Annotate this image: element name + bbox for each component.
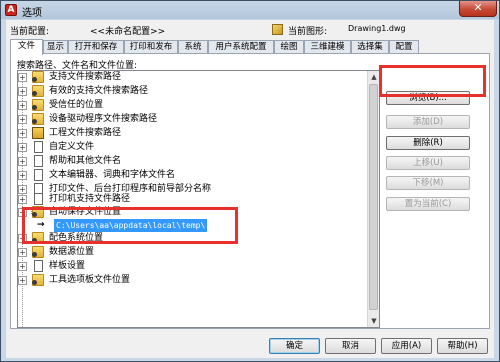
move-up-button[interactable]: 上移(U) bbox=[386, 156, 470, 170]
tree-item-label: 文本编辑器、词典和字体文件名 bbox=[49, 170, 176, 180]
help-button[interactable]: 帮助(H) bbox=[437, 338, 488, 354]
tree-item-template-settings[interactable]: + 样板设置 bbox=[18, 260, 358, 273]
expand-icon[interactable]: + bbox=[18, 195, 27, 204]
tree-item-trusted-locations[interactable]: + 受信任的位置 bbox=[18, 99, 358, 112]
folder-icon bbox=[32, 85, 44, 97]
tree-item-working-support-path[interactable]: + 有效的支持文件搜索路径 bbox=[18, 85, 358, 98]
tree-scrollbar[interactable]: ▲ ▼ bbox=[367, 71, 379, 327]
tab-strip: 文件 显示 打开和保存 打印和发布 系统 用户系统配置 绘图 三维建模 选择集 … bbox=[10, 39, 490, 55]
tree-item-label: 工程文件搜索路径 bbox=[49, 128, 122, 138]
expand-icon[interactable]: + bbox=[18, 171, 27, 180]
tree-item-support-file-search-path[interactable]: + 支持文件搜索路径 bbox=[18, 71, 358, 84]
tree-item-label: 设备驱动程序文件搜索路径 bbox=[49, 114, 158, 124]
tree-item-tool-palettes-location[interactable]: + 工具选项板文件位置 bbox=[18, 274, 358, 287]
current-profile-value: <<未命名配置>> bbox=[90, 27, 166, 37]
tree-item-label: 样板设置 bbox=[49, 261, 86, 271]
title-bar[interactable]: A 选项 ✕ bbox=[1, 1, 499, 19]
page-icon bbox=[34, 155, 43, 167]
page-icon bbox=[34, 260, 43, 272]
expand-icon[interactable]: + bbox=[18, 157, 27, 166]
folder-icon bbox=[32, 71, 44, 83]
tree-item-label: 受信任的位置 bbox=[49, 100, 104, 110]
expand-icon[interactable]: + bbox=[18, 73, 27, 82]
autosave-highlight-box bbox=[22, 207, 238, 244]
tab-3d-modeling[interactable]: 三维建模 bbox=[304, 40, 351, 54]
set-current-button[interactable]: 置为当前(C) bbox=[386, 197, 470, 211]
tab-display[interactable]: 显示 bbox=[43, 40, 68, 54]
folder-icon bbox=[32, 99, 44, 111]
scroll-thumb[interactable] bbox=[369, 84, 378, 310]
expand-icon[interactable]: + bbox=[18, 129, 27, 138]
tree-item-device-driver-path[interactable]: + 设备驱动程序文件搜索路径 bbox=[18, 113, 358, 126]
tree-item-printer-support-path[interactable]: + 打印机支持文件路径 bbox=[18, 193, 358, 206]
tree-item-label: 数据源位置 bbox=[49, 247, 95, 257]
tree-item-label: 自定义文件 bbox=[49, 142, 95, 152]
current-profile-label: 当前配置: bbox=[10, 27, 50, 37]
expand-icon[interactable]: + bbox=[18, 115, 27, 124]
add-button[interactable]: 添加(D) bbox=[386, 115, 470, 129]
tree-item-customization-files[interactable]: + 自定义文件 bbox=[18, 141, 358, 154]
expand-icon[interactable]: + bbox=[18, 87, 27, 96]
tree-item-label: 支持文件搜索路径 bbox=[49, 72, 122, 82]
tree-item-label: 工具选项板文件位置 bbox=[49, 275, 131, 285]
expand-icon[interactable]: + bbox=[18, 248, 27, 257]
tree-item-data-sources-location[interactable]: + 数据源位置 bbox=[18, 246, 358, 259]
tree-item-label: 打印机支持文件路径 bbox=[49, 194, 131, 204]
expand-icon[interactable]: + bbox=[18, 101, 27, 110]
tree-item-text-editor-files[interactable]: + 文本编辑器、词典和字体文件名 bbox=[18, 169, 358, 182]
browse-highlight-box bbox=[379, 65, 486, 97]
tree-item-label: 帮助和其他文件名 bbox=[49, 156, 122, 166]
current-drawing-value: Drawing1.dwg bbox=[348, 24, 406, 33]
current-drawing-label: 当前图形: bbox=[288, 27, 328, 37]
tree-item-project-files-path[interactable]: + 工程文件搜索路径 bbox=[18, 127, 358, 140]
folder-icon bbox=[32, 274, 44, 286]
tab-open-save[interactable]: 打开和保存 bbox=[68, 40, 124, 54]
folder-icon bbox=[32, 113, 44, 125]
tab-user-preferences[interactable]: 用户系统配置 bbox=[208, 40, 274, 54]
profile-row: 当前配置: <<未命名配置>> 当前图形: Drawing1.dwg bbox=[10, 24, 490, 38]
expand-icon[interactable]: + bbox=[18, 276, 27, 285]
cancel-button[interactable]: 取消 bbox=[325, 338, 376, 354]
autocad-app-icon: A bbox=[5, 4, 17, 16]
expand-icon[interactable]: + bbox=[18, 262, 27, 271]
move-down-button[interactable]: 下移(M) bbox=[386, 176, 470, 190]
tab-profiles[interactable]: 配置 bbox=[389, 40, 419, 54]
tab-files[interactable]: 文件 bbox=[10, 39, 43, 55]
page-icon bbox=[34, 193, 43, 205]
remove-button[interactable]: 删除(R) bbox=[386, 136, 470, 150]
close-button[interactable]: ✕ bbox=[459, 1, 497, 17]
window-title: 选项 bbox=[22, 8, 42, 19]
page-icon bbox=[34, 141, 43, 153]
drawing-file-icon bbox=[272, 24, 283, 35]
tab-drafting[interactable]: 绘图 bbox=[274, 40, 304, 54]
book-icon bbox=[32, 127, 44, 139]
options-dialog: A 选项 ✕ 当前配置: <<未命名配置>> 当前图形: Drawing1.dw… bbox=[0, 0, 500, 362]
tab-plot-publish[interactable]: 打印和发布 bbox=[124, 40, 178, 54]
folder-icon bbox=[32, 246, 44, 258]
apply-button[interactable]: 应用(A) bbox=[381, 338, 432, 354]
tab-selection[interactable]: 选择集 bbox=[351, 40, 389, 54]
expand-icon[interactable]: + bbox=[18, 143, 27, 152]
scroll-down-icon[interactable]: ▼ bbox=[368, 315, 379, 327]
tab-system[interactable]: 系统 bbox=[178, 40, 208, 54]
tree-item-help-files[interactable]: + 帮助和其他文件名 bbox=[18, 155, 358, 168]
tree-item-label: 有效的支持文件搜索路径 bbox=[49, 86, 149, 96]
page-icon bbox=[34, 169, 43, 181]
search-path-tree[interactable]: + 支持文件搜索路径 + 有效的支持文件搜索路径 + 受信任的位置 + 设备驱动… bbox=[17, 70, 380, 328]
ok-button[interactable]: 确定 bbox=[269, 338, 320, 354]
